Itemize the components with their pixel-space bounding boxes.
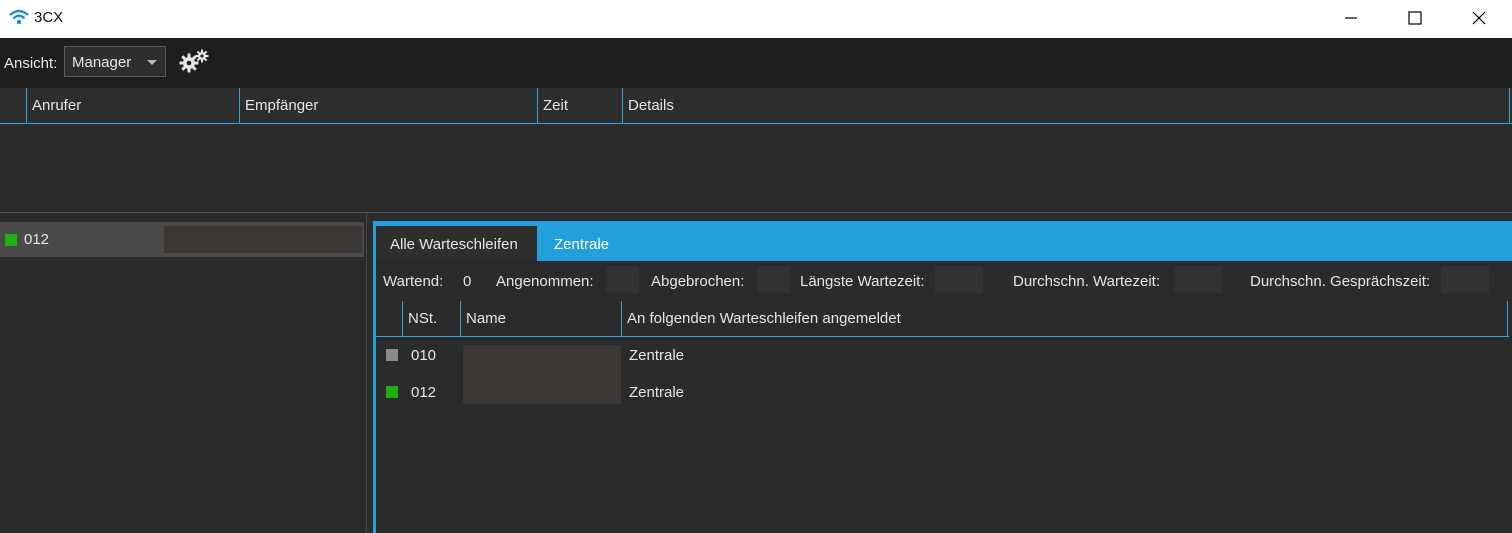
column-header-queues[interactable]: An folgenden Warteschleifen angemeldet xyxy=(621,301,1508,336)
wifi-icon xyxy=(9,9,29,25)
column-header-extension[interactable]: NSt. xyxy=(402,301,460,336)
view-label: Ansicht: xyxy=(4,55,58,72)
status-online-icon xyxy=(386,386,398,398)
row-extension: 012 xyxy=(411,384,437,401)
title-bar: 3CX xyxy=(0,0,1512,38)
row-queues: Zentrale xyxy=(629,347,685,364)
avg-talk-value xyxy=(1441,266,1489,293)
column-header-details[interactable]: Details xyxy=(622,88,1510,123)
column-header-name[interactable]: Name xyxy=(460,301,621,336)
waiting-label: Wartend: xyxy=(383,273,444,290)
table-row[interactable]: 012 Zentrale xyxy=(376,375,1509,411)
column-header-caller[interactable]: Anrufer xyxy=(26,88,239,123)
abandoned-value xyxy=(757,266,790,293)
queue-tab-bar xyxy=(376,221,1512,261)
redacted-name xyxy=(463,345,621,376)
extensions-panel xyxy=(0,213,367,533)
avg-wait-label: Durchschn. Wartezeit: xyxy=(1013,273,1160,290)
calls-table-body xyxy=(0,124,1512,213)
abandoned-label: Abgebrochen: xyxy=(651,273,745,290)
redacted-name xyxy=(463,375,621,404)
row-queues: Zentrale xyxy=(629,384,685,401)
status-online-icon xyxy=(5,234,17,246)
tab-all-queues[interactable]: Alle Warteschleifen xyxy=(376,226,537,261)
column-header-recipient[interactable]: Empfänger xyxy=(239,88,537,123)
settings-gear-icon[interactable] xyxy=(178,48,212,74)
close-icon xyxy=(1472,11,1486,25)
tab-zentrale[interactable]: Zentrale xyxy=(554,236,609,253)
redacted-name xyxy=(164,226,362,253)
tab-all-queues-label: Alle Warteschleifen xyxy=(390,236,518,253)
agents-table-header: NSt. Name An folgenden Warteschleifen an… xyxy=(376,301,1509,337)
extension-list-item[interactable]: 012 xyxy=(0,222,364,257)
view-dropdown-value: Manager xyxy=(72,54,132,71)
maximize-button[interactable] xyxy=(1392,0,1438,36)
calls-table-header: Anrufer Empfänger Zeit Details xyxy=(0,88,1512,124)
longest-wait-label: Längste Wartezeit: xyxy=(800,273,925,290)
minimize-icon xyxy=(1345,17,1357,19)
status-offline-icon xyxy=(386,349,398,361)
table-row[interactable]: 010 Zentrale xyxy=(376,338,1509,376)
avg-talk-label: Durchschn. Gesprächszeit: xyxy=(1250,273,1431,290)
chevron-down-icon xyxy=(147,60,157,65)
toolbar: Ansicht: Manager xyxy=(0,38,1512,88)
view-dropdown[interactable]: Manager xyxy=(64,46,166,77)
avg-wait-value xyxy=(1174,266,1222,293)
accepted-value xyxy=(606,266,639,293)
extension-number: 012 xyxy=(24,231,50,248)
longest-wait-value xyxy=(935,266,983,293)
row-extension: 010 xyxy=(411,347,437,364)
minimize-button[interactable] xyxy=(1328,0,1374,36)
waiting-value: 0 xyxy=(463,273,472,290)
column-header-time[interactable]: Zeit xyxy=(537,88,622,123)
app-title: 3CX xyxy=(34,9,64,26)
accepted-label: Angenommen: xyxy=(496,273,594,290)
maximize-icon xyxy=(1408,11,1422,25)
close-button[interactable] xyxy=(1456,0,1502,36)
